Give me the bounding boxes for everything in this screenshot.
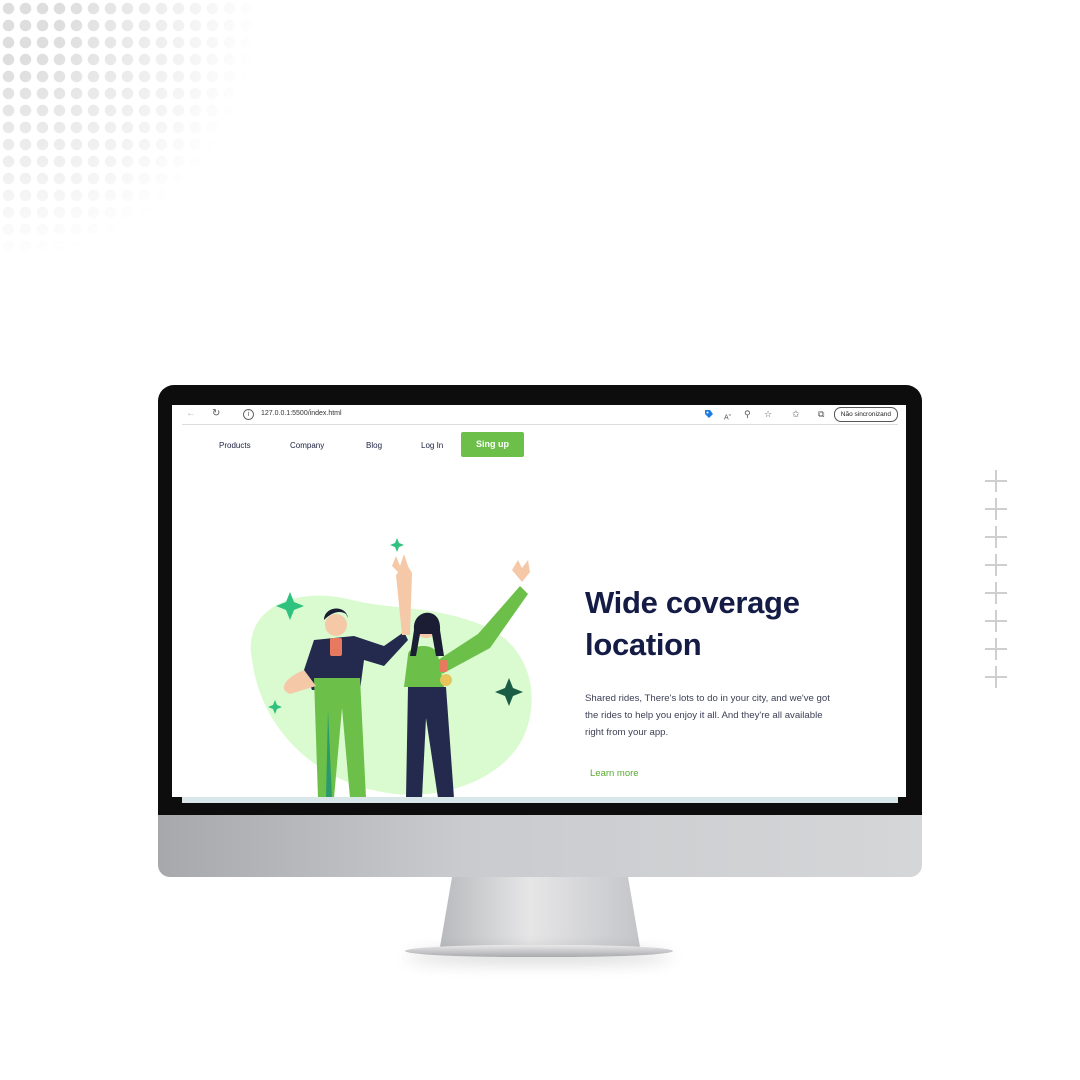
signup-button[interactable]: Sing up <box>461 432 524 457</box>
hero-description: Shared rides, There's lots to do in your… <box>585 693 830 738</box>
info-icon[interactable]: i <box>243 409 254 420</box>
sync-status-button[interactable]: Não sincronizand <box>833 407 898 422</box>
hero-title: Wide coverage location <box>585 582 885 666</box>
reload-icon[interactable]: ↻ <box>212 408 220 420</box>
monitor-stand-neck <box>440 877 640 947</box>
nav-blog[interactable]: Blog <box>366 441 382 450</box>
nav-company[interactable]: Company <box>290 441 324 450</box>
taskbar-strip <box>182 797 898 803</box>
monitor-screen: ← ↻ i 127.0.0.1:5500/index.html An ⚲ ☆ ✩… <box>172 405 906 797</box>
collections-icon[interactable]: ⧉ <box>818 408 824 420</box>
nav-products[interactable]: Products <box>219 441 251 450</box>
tag-icon[interactable] <box>704 409 714 419</box>
hero-title-line-2: location <box>585 627 702 662</box>
monitor-chin <box>158 815 922 877</box>
zoom-icon[interactable]: ⚲ <box>744 408 751 420</box>
favorites-icon[interactable]: ✩ <box>792 408 800 420</box>
monitor-stand-base <box>405 945 673 957</box>
favorite-add-icon[interactable]: ☆ <box>764 408 772 420</box>
plus-pattern-decoration <box>984 468 1008 692</box>
hero-title-line-1: Wide coverage <box>585 585 800 620</box>
browser-toolbar: ← ↻ i 127.0.0.1:5500/index.html An ⚲ ☆ ✩… <box>182 405 898 425</box>
learn-more-link[interactable]: Learn more <box>590 768 639 779</box>
address-bar[interactable]: 127.0.0.1:5500/index.html <box>261 410 342 417</box>
hero-illustration <box>250 538 532 797</box>
read-aloud-icon[interactable]: An <box>724 409 731 424</box>
back-icon[interactable]: ← <box>186 408 196 420</box>
nav-login[interactable]: Log In <box>421 441 443 450</box>
halftone-decoration <box>0 0 260 260</box>
